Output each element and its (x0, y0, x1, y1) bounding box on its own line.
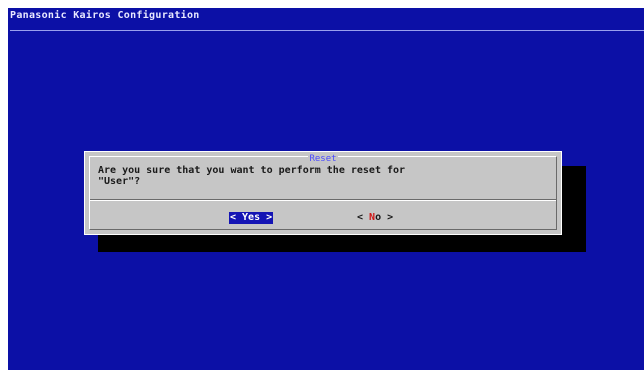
dialog-title: Reset (90, 154, 556, 164)
yes-button[interactable]: < Yes > (229, 212, 274, 224)
no-button-rest: o > (375, 212, 394, 223)
reset-dialog: Reset Are you sure that you want to perf… (84, 151, 562, 235)
no-button[interactable]: < No > (357, 212, 393, 224)
no-button-open: < (357, 212, 370, 223)
backtitle: Panasonic Kairos Configuration (10, 10, 200, 21)
button-row: < Yes > < No > (85, 212, 561, 224)
button-separator (90, 199, 556, 201)
terminal-screen: Panasonic Kairos Configuration Reset Are… (8, 8, 644, 370)
dialog-message: Are you sure that you want to perform th… (98, 165, 406, 187)
dialog-title-text: Reset (308, 154, 338, 164)
backtitle-divider (10, 30, 644, 31)
